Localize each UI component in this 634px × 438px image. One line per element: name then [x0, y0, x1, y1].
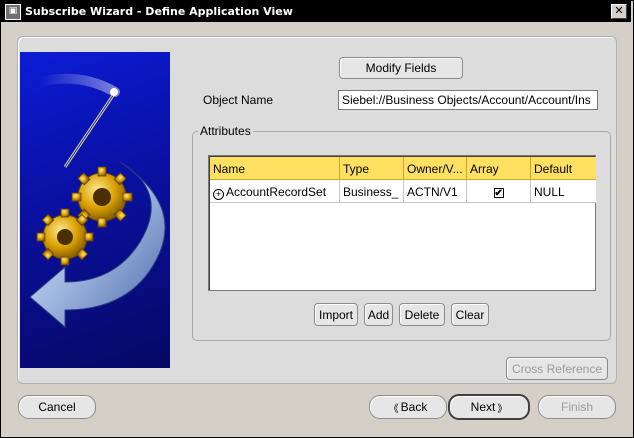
- row-name-text: AccountRecordSet: [226, 185, 327, 199]
- expand-icon[interactable]: +: [213, 189, 224, 200]
- clear-button[interactable]: Clear: [451, 303, 489, 326]
- cell-type[interactable]: Business_: [340, 180, 404, 203]
- chevron-left-icon: 《: [388, 403, 399, 415]
- cell-owner[interactable]: ACTN/V1: [404, 180, 467, 203]
- next-button-label: Next: [470, 400, 496, 414]
- title-bar: ▣ Subscribe Wizard - Define Application …: [1, 1, 631, 22]
- column-header-name[interactable]: Name: [210, 157, 340, 180]
- back-button[interactable]: 《 Back: [369, 395, 447, 419]
- table-row[interactable]: + AccountRecordSet Business_ ACTN/V1 ✔ NU…: [210, 180, 596, 203]
- cross-reference-button[interactable]: Cross Reference: [506, 357, 608, 380]
- import-button[interactable]: Import: [314, 303, 358, 326]
- app-icon: ▣: [5, 3, 21, 20]
- wizard-illustration: [20, 52, 170, 368]
- attributes-table[interactable]: Name Type Owner/V... Array Default + Acco…: [208, 155, 596, 291]
- chevron-right-icon: 》: [497, 403, 508, 415]
- gears-arrow-icon: [29, 73, 166, 329]
- cell-name[interactable]: + AccountRecordSet: [210, 180, 340, 203]
- object-name-label: Object Name: [203, 93, 274, 107]
- cell-default[interactable]: NULL: [531, 180, 596, 203]
- column-header-type[interactable]: Type: [340, 157, 404, 180]
- array-checkbox[interactable]: ✔: [493, 188, 504, 199]
- table-header: Name Type Owner/V... Array Default: [210, 157, 596, 180]
- delete-button[interactable]: Delete: [399, 303, 445, 326]
- window-title: Subscribe Wizard - Define Application Vi…: [25, 5, 293, 18]
- back-button-label: Back: [400, 400, 428, 414]
- next-button[interactable]: Next 》: [448, 394, 530, 420]
- column-header-array[interactable]: Array: [467, 157, 531, 180]
- modify-fields-button[interactable]: Modify Fields: [339, 57, 463, 79]
- column-header-owner[interactable]: Owner/V...: [404, 157, 467, 180]
- cell-array[interactable]: ✔: [467, 180, 531, 203]
- object-name-field[interactable]: Siebel://Business Objects/Account/Accoun…: [338, 90, 598, 110]
- column-header-default[interactable]: Default: [531, 157, 596, 180]
- finish-button[interactable]: Finish: [538, 395, 616, 419]
- add-button[interactable]: Add: [364, 303, 393, 326]
- close-button[interactable]: ✕: [611, 4, 627, 19]
- cancel-button[interactable]: Cancel: [18, 395, 96, 419]
- attributes-group-label: Attributes: [198, 124, 253, 138]
